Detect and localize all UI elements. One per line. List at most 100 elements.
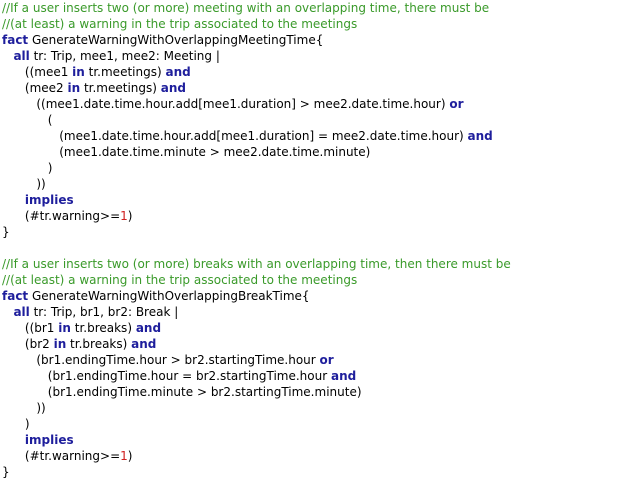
- code-token-text: (br1.endingTime.hour = br2.startingTime.…: [47, 369, 331, 383]
- code-line[interactable]: ): [2, 160, 628, 176]
- code-token-keyword: in: [72, 65, 85, 79]
- code-token-number: 1: [120, 449, 128, 463]
- code-token-text: ): [127, 449, 133, 463]
- code-token-text: tr.meetings): [84, 65, 166, 79]
- code-line[interactable]: (mee2 in tr.meetings) and: [2, 80, 628, 96]
- code-token-comment: //(at least) a warning in the trip assoc…: [2, 17, 358, 31]
- code-line[interactable]: (br2 in tr.breaks) and: [2, 336, 628, 352]
- code-line[interactable]: )): [2, 176, 628, 192]
- code-token-text: GenerateWarningWithOverlappingMeetingTim…: [28, 33, 324, 47]
- code-token-text: (br1.endingTime.hour > br2.startingTime.…: [36, 353, 320, 367]
- code-token-keyword: in: [58, 321, 71, 335]
- code-token-text: tr.meetings): [80, 81, 161, 95]
- code-token-keyword: in: [53, 337, 67, 351]
- code-token-keyword: fact: [2, 33, 29, 47]
- code-token-keyword: and: [160, 81, 187, 95]
- code-line[interactable]: //If a user inserts two (or more) breaks…: [2, 256, 628, 272]
- code-line[interactable]: [2, 240, 628, 256]
- code-line[interactable]: //(at least) a warning in the trip assoc…: [2, 272, 628, 288]
- code-token-keyword: and: [330, 369, 357, 383]
- code-line[interactable]: (mee1.date.time.hour.add[mee1.duration] …: [2, 128, 628, 144]
- code-editor[interactable]: //If a user inserts two (or more) meetin…: [0, 0, 628, 484]
- code-token-keyword: fact: [2, 289, 29, 303]
- code-token-keyword: or: [449, 97, 464, 111]
- code-line[interactable]: all tr: Trip, br1, br2: Break |: [2, 304, 628, 320]
- code-line[interactable]: (br1.endingTime.hour = br2.startingTime.…: [2, 368, 628, 384]
- code-token-text: }: [2, 465, 10, 479]
- code-token-keyword: and: [135, 321, 162, 335]
- code-line[interactable]: fact GenerateWarningWithOverlappingBreak…: [2, 288, 628, 304]
- code-token-keyword: all: [13, 305, 30, 319]
- code-token-text: (br2: [24, 337, 54, 351]
- code-line[interactable]: (br1.endingTime.hour > br2.startingTime.…: [2, 352, 628, 368]
- code-token-text: ((mee1.date.time.hour.add[mee1.duration]…: [36, 97, 450, 111]
- code-token-text: GenerateWarningWithOverlappingBreakTime{: [28, 289, 310, 303]
- code-line[interactable]: (: [2, 112, 628, 128]
- code-token-text: tr.breaks): [66, 337, 132, 351]
- code-token-keyword: and: [467, 129, 493, 143]
- code-token-text: (mee2: [24, 81, 68, 95]
- code-line[interactable]: ((mee1 in tr.meetings) and: [2, 64, 628, 80]
- code-line[interactable]: implies: [2, 432, 628, 448]
- code-token-comment: //(at least) a warning in the trip assoc…: [2, 273, 358, 287]
- code-token-text: tr.breaks): [70, 321, 136, 335]
- code-token-text: )): [36, 177, 46, 191]
- code-line[interactable]: ): [2, 416, 628, 432]
- code-token-comment: //If a user inserts two (or more) meetin…: [2, 1, 490, 15]
- code-token-text: ): [47, 161, 53, 175]
- code-line[interactable]: ((br1 in tr.breaks) and: [2, 320, 628, 336]
- code-token-keyword: in: [67, 81, 81, 95]
- code-token-keyword: and: [165, 65, 191, 79]
- code-token-keyword: implies: [24, 433, 74, 447]
- code-token-text: ((mee1: [24, 65, 73, 79]
- code-token-text: (mee1.date.time.minute > mee2.date.time.…: [59, 145, 371, 159]
- code-line[interactable]: )): [2, 400, 628, 416]
- code-token-number: 1: [120, 209, 128, 223]
- code-token-text: (#tr.warning>=: [24, 209, 121, 223]
- code-token-text: ((br1: [24, 321, 59, 335]
- code-line[interactable]: (#tr.warning>=1): [2, 208, 628, 224]
- code-token-text: (: [47, 113, 53, 127]
- code-token-text: ): [127, 209, 133, 223]
- code-token-text: ): [24, 417, 30, 431]
- code-token-text: (br1.endingTime.minute > br2.startingTim…: [47, 385, 362, 399]
- code-token-text: tr: Trip, mee1, mee2: Meeting |: [29, 49, 220, 63]
- code-token-text: )): [36, 401, 46, 415]
- code-token-keyword: all: [13, 49, 30, 63]
- code-line[interactable]: all tr: Trip, mee1, mee2: Meeting |: [2, 48, 628, 64]
- code-line[interactable]: fact GenerateWarningWithOverlappingMeeti…: [2, 32, 628, 48]
- code-line[interactable]: (mee1.date.time.minute > mee2.date.time.…: [2, 144, 628, 160]
- code-token-comment: //If a user inserts two (or more) breaks…: [2, 257, 511, 271]
- code-line[interactable]: ((mee1.date.time.hour.add[mee1.duration]…: [2, 96, 628, 112]
- code-token-text: (#tr.warning>=: [24, 449, 121, 463]
- code-line[interactable]: implies: [2, 192, 628, 208]
- code-line[interactable]: }: [2, 224, 628, 240]
- code-line[interactable]: //If a user inserts two (or more) meetin…: [2, 0, 628, 16]
- code-line[interactable]: //(at least) a warning in the trip assoc…: [2, 16, 628, 32]
- code-line[interactable]: (br1.endingTime.minute > br2.startingTim…: [2, 384, 628, 400]
- code-token-text: }: [2, 225, 10, 239]
- code-token-text: tr: Trip, br1, br2: Break |: [29, 305, 179, 319]
- code-line[interactable]: (#tr.warning>=1): [2, 448, 628, 464]
- code-line[interactable]: }: [2, 464, 628, 480]
